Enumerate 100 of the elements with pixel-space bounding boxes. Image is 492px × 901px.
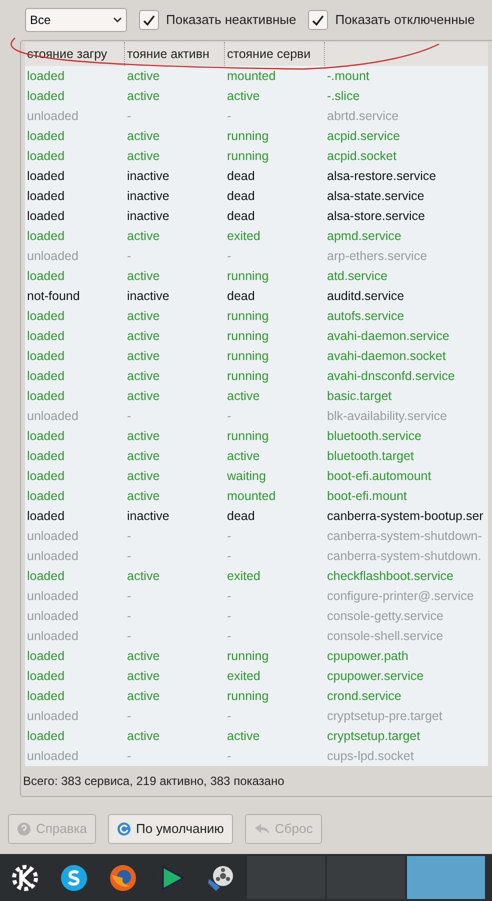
table-cell-text: console-getty.service bbox=[326, 608, 444, 625]
table-cell-text: boot-efi.mount bbox=[326, 488, 407, 505]
table-cell-text: alsa-restore.service bbox=[326, 168, 436, 185]
table-cell-text: bluetooth.service bbox=[326, 428, 422, 445]
table-cell-text: loaded bbox=[26, 648, 66, 665]
table-cell-text: blk-availability.service bbox=[326, 408, 447, 425]
table-cell-text: active bbox=[126, 428, 161, 445]
table-cell-text: - bbox=[126, 408, 132, 425]
table-cell-text: loaded bbox=[26, 728, 66, 745]
table-cell-text: loaded bbox=[26, 568, 66, 585]
checkbox-label[interactable]: Показать отключенные bbox=[335, 10, 475, 30]
table-cell-text: loaded bbox=[26, 228, 66, 245]
table-cell-text: crond.service bbox=[326, 688, 402, 705]
table-cell-text: active bbox=[126, 68, 161, 85]
table-cell-text: - bbox=[126, 628, 132, 645]
table-cell-text: - bbox=[226, 528, 232, 545]
table-cell-text: atd.service bbox=[326, 268, 388, 285]
table-cell-text: loaded bbox=[26, 368, 66, 385]
browser-globe-icon[interactable] bbox=[108, 862, 138, 892]
table-cell-text: - bbox=[126, 748, 132, 765]
table-cell-text: - bbox=[126, 608, 132, 625]
table-cell-text: avahi-daemon.socket bbox=[326, 348, 446, 365]
table-cell-text: loaded bbox=[26, 448, 66, 465]
table-cell-text: active bbox=[126, 308, 161, 325]
table-cell-text: active bbox=[126, 688, 161, 705]
table-cell-text: console-shell.service bbox=[326, 628, 444, 645]
table-cell-text: active bbox=[126, 568, 161, 585]
table-cell-text: exited bbox=[226, 568, 262, 585]
table-cell-text: mounted bbox=[226, 68, 277, 85]
table-cell-text: waiting bbox=[226, 468, 267, 485]
table-cell-text: not-found bbox=[26, 288, 81, 305]
table-cell-text: unloaded bbox=[26, 608, 80, 625]
table-cell-text: canberra-system-bootup.ser bbox=[326, 508, 484, 525]
table-cell-text: dead bbox=[226, 168, 256, 185]
table-cell-text: - bbox=[126, 528, 132, 545]
refresh-icon bbox=[117, 822, 131, 836]
table-cell-text: running bbox=[226, 648, 270, 665]
table-cell-text: loaded bbox=[26, 308, 66, 325]
checkbox[interactable] bbox=[139, 10, 159, 30]
table-cell-text: cryptsetup-pre.target bbox=[326, 708, 442, 725]
table-cell-text: apmd.service bbox=[326, 228, 402, 245]
table-cell-text: autofs.service bbox=[326, 308, 404, 325]
table-cell-text: exited bbox=[226, 668, 262, 685]
table-cell-text: unloaded bbox=[26, 628, 80, 645]
table-cell-text: inactive bbox=[126, 188, 170, 205]
table-cell-text: loaded bbox=[26, 168, 66, 185]
table-cell-text: auditd.service bbox=[326, 288, 404, 305]
table-cell-text: cryptsetup.target bbox=[326, 728, 420, 745]
table-cell-text: configure-printer@.service bbox=[326, 588, 474, 605]
dialog-button[interactable]: По умолчанию bbox=[108, 814, 233, 844]
table-cell-text: dead bbox=[226, 188, 256, 205]
checkbox[interactable] bbox=[308, 10, 328, 30]
table-cell-text: unloaded bbox=[26, 748, 80, 765]
table-cell-text: loaded bbox=[26, 268, 66, 285]
table-cell-text: running bbox=[226, 688, 270, 705]
table-cell-text: acpid.service bbox=[326, 128, 400, 145]
table-cell-text: arp-ethers.service bbox=[326, 248, 428, 265]
table-cell-text: abrtd.service bbox=[326, 108, 399, 125]
table-cell-text: loaded bbox=[26, 688, 66, 705]
table-cell-text: canberra-system-shutdown- bbox=[326, 528, 482, 545]
table-cell-text: active bbox=[126, 148, 161, 165]
table-cell-text: loaded bbox=[26, 88, 66, 105]
table-cell-text: running bbox=[226, 428, 270, 445]
table-cell-text: active bbox=[226, 448, 261, 465]
table-cell-text: alsa-state.service bbox=[326, 188, 424, 205]
table-cell-text: loaded bbox=[26, 208, 66, 225]
table-cell-text: active bbox=[126, 668, 161, 685]
caret-icon bbox=[113, 17, 122, 23]
table-cell-text: loaded bbox=[26, 148, 66, 165]
undo-icon bbox=[254, 823, 270, 835]
chat-bubble-icon[interactable] bbox=[58, 862, 88, 892]
table-cell-text: dead bbox=[226, 508, 256, 525]
table-cell-text: inactive bbox=[126, 168, 170, 185]
table-cell-text: - bbox=[126, 108, 132, 125]
table-cell-text: dead bbox=[226, 208, 256, 225]
table-cell-text: active bbox=[126, 648, 161, 665]
table-cell-text: active bbox=[126, 88, 161, 105]
table-cell-text: inactive bbox=[126, 288, 170, 305]
table-cell-text: unloaded bbox=[26, 248, 80, 265]
table-cell-text: - bbox=[226, 628, 232, 645]
table-cell-text: checkflashboot.service bbox=[326, 568, 454, 585]
table-cell-text: acpid.socket bbox=[326, 148, 396, 165]
table-cell-text: active bbox=[126, 368, 161, 385]
table-cell-text: running bbox=[226, 328, 270, 345]
table-cell-text: active bbox=[126, 328, 161, 345]
table-cell-text: - bbox=[226, 548, 232, 565]
table-cell-text: avahi-dnsconfd.service bbox=[326, 368, 455, 385]
table-cell-text: - bbox=[226, 708, 232, 725]
status-text: Всего: 383 сервиса, 219 активно, 383 показано bbox=[23, 773, 284, 790]
table-cell-text: unloaded bbox=[26, 408, 80, 425]
table-cell-text: running bbox=[226, 268, 270, 285]
table-cell-text: active bbox=[126, 448, 161, 465]
table-cell-text: active bbox=[126, 128, 161, 145]
table-cell-text: - bbox=[126, 588, 132, 605]
table-cell-text: - bbox=[226, 248, 232, 265]
kde-gear-icon[interactable] bbox=[10, 862, 40, 892]
table-cell-text: exited bbox=[226, 228, 262, 245]
table-cell-text: - bbox=[126, 248, 132, 265]
filter-dropdown[interactable]: Все bbox=[25, 8, 127, 32]
checkbox-label[interactable]: Показать неактивные bbox=[166, 10, 296, 30]
